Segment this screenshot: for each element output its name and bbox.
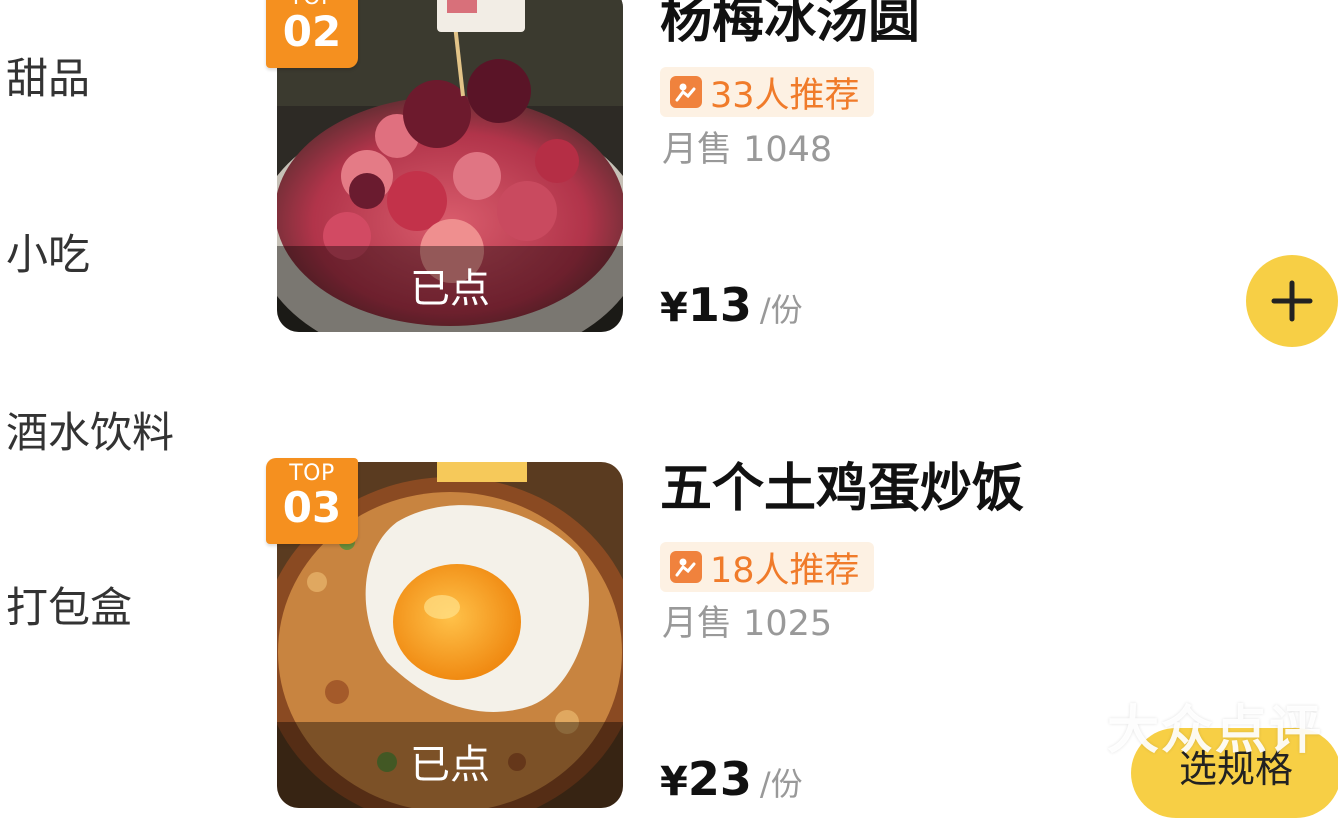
thumbs-person-icon: [670, 76, 702, 108]
monthly-sales: 月售 1025: [662, 604, 833, 644]
sidebar-item-drinks[interactable]: 酒水饮料: [6, 412, 174, 454]
rank-badge-number: 02: [282, 7, 342, 56]
ordered-label: 已点: [277, 246, 623, 332]
price-symbol: ¥: [660, 759, 688, 805]
ordered-label: 已点: [277, 722, 623, 808]
price-unit: /份: [759, 291, 803, 329]
recommend-badge: 18人推荐: [660, 542, 874, 592]
sidebar-item-takeout-box[interactable]: 打包盒: [6, 587, 132, 629]
monthly-sales: 月售 1048: [662, 130, 833, 170]
price-unit: /份: [759, 765, 803, 803]
price-symbol: ¥: [660, 285, 688, 331]
rank-badge-label: TOP: [289, 461, 335, 486]
recommend-badge: 33人推荐: [660, 67, 874, 117]
plus-icon: [1271, 280, 1313, 322]
recommend-count: 18人推荐: [710, 550, 860, 591]
price-value: 23: [687, 752, 752, 806]
sidebar-item-snacks[interactable]: 小吃: [6, 234, 90, 276]
dish-name: 杨梅冰汤圆: [660, 0, 921, 50]
add-button[interactable]: [1246, 255, 1338, 347]
price-value: 13: [687, 278, 752, 332]
price: ¥ 13 /份: [660, 278, 803, 332]
rank-badge: TOP 02: [266, 0, 358, 68]
rank-badge-number: 03: [282, 483, 342, 532]
dish-name: 五个土鸡蛋炒饭: [660, 459, 1025, 519]
thumbs-person-icon: [670, 551, 702, 583]
sidebar-item-dessert[interactable]: 甜品: [6, 58, 90, 100]
watermark-text: 大众点评: [1107, 701, 1324, 761]
category-sidebar: 甜品 小吃 酒水饮料 打包盒: [0, 0, 240, 770]
price: ¥ 23 /份: [660, 752, 803, 806]
dianping-watermark: 大众点评: [1035, 688, 1323, 763]
dianping-people-icon: [1036, 698, 1098, 753]
recommend-count: 33人推荐: [710, 75, 860, 116]
rank-badge: TOP 03: [266, 458, 358, 544]
